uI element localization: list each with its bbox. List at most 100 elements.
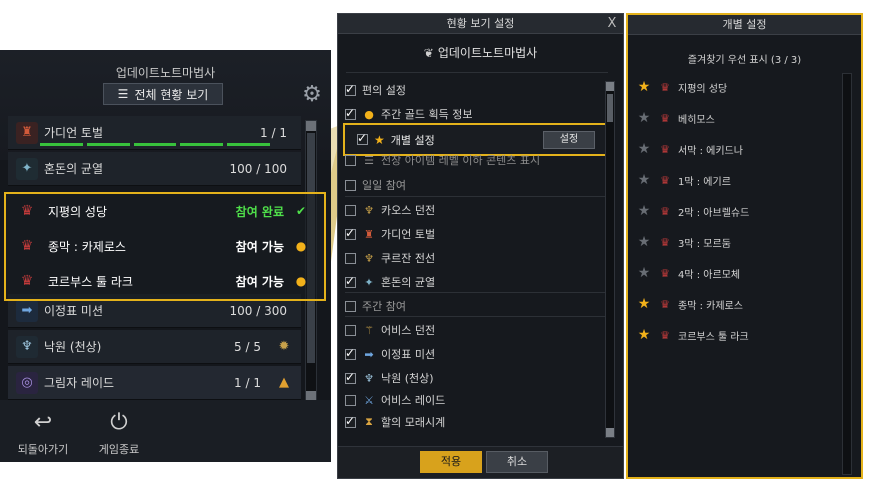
row-value: 5 / 5 bbox=[234, 339, 261, 354]
star-icon[interactable]: ★ bbox=[636, 172, 652, 188]
item-label: 쿠르잔 전선 bbox=[381, 252, 436, 265]
section-header[interactable]: 일일 참여 bbox=[345, 173, 607, 197]
checkbox[interactable] bbox=[345, 324, 356, 336]
item-label: 1막 : 에기르 bbox=[678, 176, 731, 188]
favorite-item[interactable]: ★ ♛ 2막 : 아브렐슈드 bbox=[636, 199, 836, 223]
guardian-icon: ♜ bbox=[364, 227, 374, 241]
raid-emblem-icon: ♛ bbox=[660, 204, 670, 218]
scrollbar[interactable] bbox=[605, 81, 615, 438]
star-icon[interactable]: ★ bbox=[636, 327, 652, 343]
all-status-button[interactable]: ☰ 전체 현황 보기 bbox=[103, 83, 223, 105]
gold-coin-icon: ● bbox=[364, 107, 374, 121]
checkbox[interactable] bbox=[345, 274, 356, 288]
section-header[interactable]: 주간 참여 bbox=[345, 294, 607, 318]
list-item[interactable]: ♛ 종막 : 카제로스 참여 가능 ● bbox=[8, 229, 318, 263]
paradise-icon: ♆ bbox=[16, 335, 38, 358]
settings-item[interactable]: ⚚ 어비스 던전 bbox=[345, 318, 607, 342]
list-item[interactable]: ♛ 코르부스 툴 라크 참여 가능 ● bbox=[8, 264, 318, 298]
row-name: 코르부스 툴 라크 bbox=[48, 274, 133, 289]
brand-text: 업데이트노트마법사 bbox=[437, 46, 538, 60]
scroll-down-arrow[interactable] bbox=[606, 428, 614, 437]
exit-game-button[interactable]: ⏻ 게임종료 bbox=[84, 410, 154, 457]
row-status: 참여 가능 bbox=[235, 274, 284, 289]
checkbox[interactable] bbox=[357, 131, 368, 145]
checkbox[interactable] bbox=[345, 154, 356, 166]
list-item[interactable]: ✦ 혼돈의 균열 100 / 100 bbox=[8, 152, 301, 186]
star-icon[interactable]: ★ bbox=[636, 234, 652, 250]
settings-button[interactable]: 설정 bbox=[543, 130, 595, 149]
list-item[interactable]: ◎ 그림자 레이드 1 / 1 ▲ bbox=[8, 366, 301, 400]
raid-emblem-icon: ♛ bbox=[20, 273, 34, 289]
checkbox[interactable] bbox=[345, 226, 356, 240]
scrollbar[interactable] bbox=[842, 73, 852, 475]
star-icon[interactable]: ★ bbox=[636, 265, 652, 281]
checkbox[interactable] bbox=[345, 106, 356, 120]
all-status-label: 전체 현황 보기 bbox=[134, 87, 209, 102]
checkbox[interactable] bbox=[345, 179, 356, 191]
guardian-icon: ♜ bbox=[16, 121, 38, 144]
settings-item[interactable]: ☰ 전장 아이템 레벨 이하 콘텐츠 표시 bbox=[345, 153, 607, 167]
list-item[interactable]: ♆ 낙원 (천상) 5 / 5 ✹ bbox=[8, 330, 301, 364]
star-icon[interactable]: ★ bbox=[636, 296, 652, 312]
checkbox[interactable] bbox=[345, 414, 356, 428]
favorite-item[interactable]: ★ ♛ 코르부스 툴 라크 bbox=[636, 323, 836, 347]
power-icon: ⏻ bbox=[110, 410, 128, 435]
favorite-item[interactable]: ★ ♛ 4막 : 아르모체 bbox=[636, 261, 836, 285]
scroll-thumb[interactable] bbox=[607, 94, 613, 122]
settings-item[interactable]: ♆ 카오스 던전 bbox=[345, 198, 607, 222]
row-name: 낙원 (천상) bbox=[44, 340, 102, 354]
raid-emblem-icon: ♛ bbox=[660, 266, 670, 280]
settings-item[interactable]: ♆ 쿠르잔 전선 bbox=[345, 246, 607, 270]
row-name: 종막 : 카제로스 bbox=[48, 239, 126, 254]
star-icon[interactable]: ★ bbox=[636, 203, 652, 219]
checkbox[interactable] bbox=[345, 300, 356, 312]
row-name: 지평의 성당 bbox=[48, 204, 108, 219]
checkbox[interactable] bbox=[345, 394, 356, 406]
list-icon: ☰ bbox=[364, 153, 374, 167]
settings-item[interactable]: ✦ 혼돈의 균열 bbox=[345, 270, 607, 294]
raid-emblem-icon: ♛ bbox=[660, 142, 670, 156]
divider bbox=[345, 196, 607, 197]
item-label: 2막 : 아브렐슈드 bbox=[678, 207, 750, 219]
raid-emblem-icon: ♛ bbox=[20, 238, 34, 254]
checkbox[interactable] bbox=[345, 346, 356, 360]
favorite-item[interactable]: ★ ♛ 베히모스 bbox=[636, 106, 836, 130]
checkbox[interactable] bbox=[345, 204, 356, 216]
checkbox[interactable] bbox=[345, 252, 356, 264]
raid-emblem-icon: ♛ bbox=[660, 173, 670, 187]
settings-item[interactable]: ➡ 이정표 미션 bbox=[345, 342, 607, 366]
close-icon[interactable]: X bbox=[604, 14, 620, 34]
settings-item[interactable]: ⧗ 할의 모래시계 bbox=[345, 410, 607, 434]
apply-button[interactable]: 적용 bbox=[420, 451, 482, 473]
favorite-item[interactable]: ★ ♛ 3막 : 모르둠 bbox=[636, 230, 836, 254]
gear-icon[interactable]: ⚙ bbox=[300, 83, 324, 107]
checkbox[interactable] bbox=[345, 370, 356, 384]
scroll-up-arrow[interactable] bbox=[606, 82, 614, 91]
star-icon[interactable]: ★ bbox=[636, 79, 652, 95]
settings-item[interactable]: ⚔ 어비스 레이드 bbox=[345, 388, 607, 412]
back-label: 되돌아가기 bbox=[17, 443, 69, 456]
item-label: 개별 설정 bbox=[390, 133, 435, 147]
scroll-up-arrow[interactable] bbox=[306, 121, 316, 131]
star-icon[interactable]: ★ bbox=[636, 110, 652, 126]
favorite-item[interactable]: ★ ♛ 서막 : 에키드나 bbox=[636, 137, 836, 161]
checkbox[interactable] bbox=[345, 82, 356, 96]
favorite-item[interactable]: ★ ♛ 1막 : 에기르 bbox=[636, 168, 836, 192]
settings-item[interactable]: ♆ 낙원 (천상) bbox=[345, 366, 607, 390]
favorite-item[interactable]: ★ ♛ 종막 : 카제로스 bbox=[636, 292, 836, 316]
divider bbox=[346, 72, 608, 73]
settings-item[interactable]: 편의 설정 bbox=[345, 78, 607, 102]
chaos-dungeon-icon: ♆ bbox=[364, 203, 374, 217]
item-label: 종막 : 카제로스 bbox=[678, 300, 743, 312]
star-icon[interactable]: ★ bbox=[636, 141, 652, 157]
settings-item[interactable]: ♜ 가디언 토벌 bbox=[345, 222, 607, 246]
item-label: 코르부스 툴 라크 bbox=[678, 331, 749, 343]
back-button[interactable]: ↩ 되돌아가기 bbox=[8, 410, 78, 457]
progress-bars bbox=[40, 143, 270, 146]
cancel-button[interactable]: 취소 bbox=[486, 451, 548, 473]
raid-emblem-icon: ♛ bbox=[660, 111, 670, 125]
item-label: 어비스 던전 bbox=[381, 324, 436, 337]
list-item[interactable]: ♛ 지평의 성당 참여 완료 ✔ bbox=[8, 194, 318, 228]
row-value: 100 / 100 bbox=[229, 161, 287, 176]
favorite-item[interactable]: ★ ♛ 지평의 성당 bbox=[636, 75, 836, 99]
